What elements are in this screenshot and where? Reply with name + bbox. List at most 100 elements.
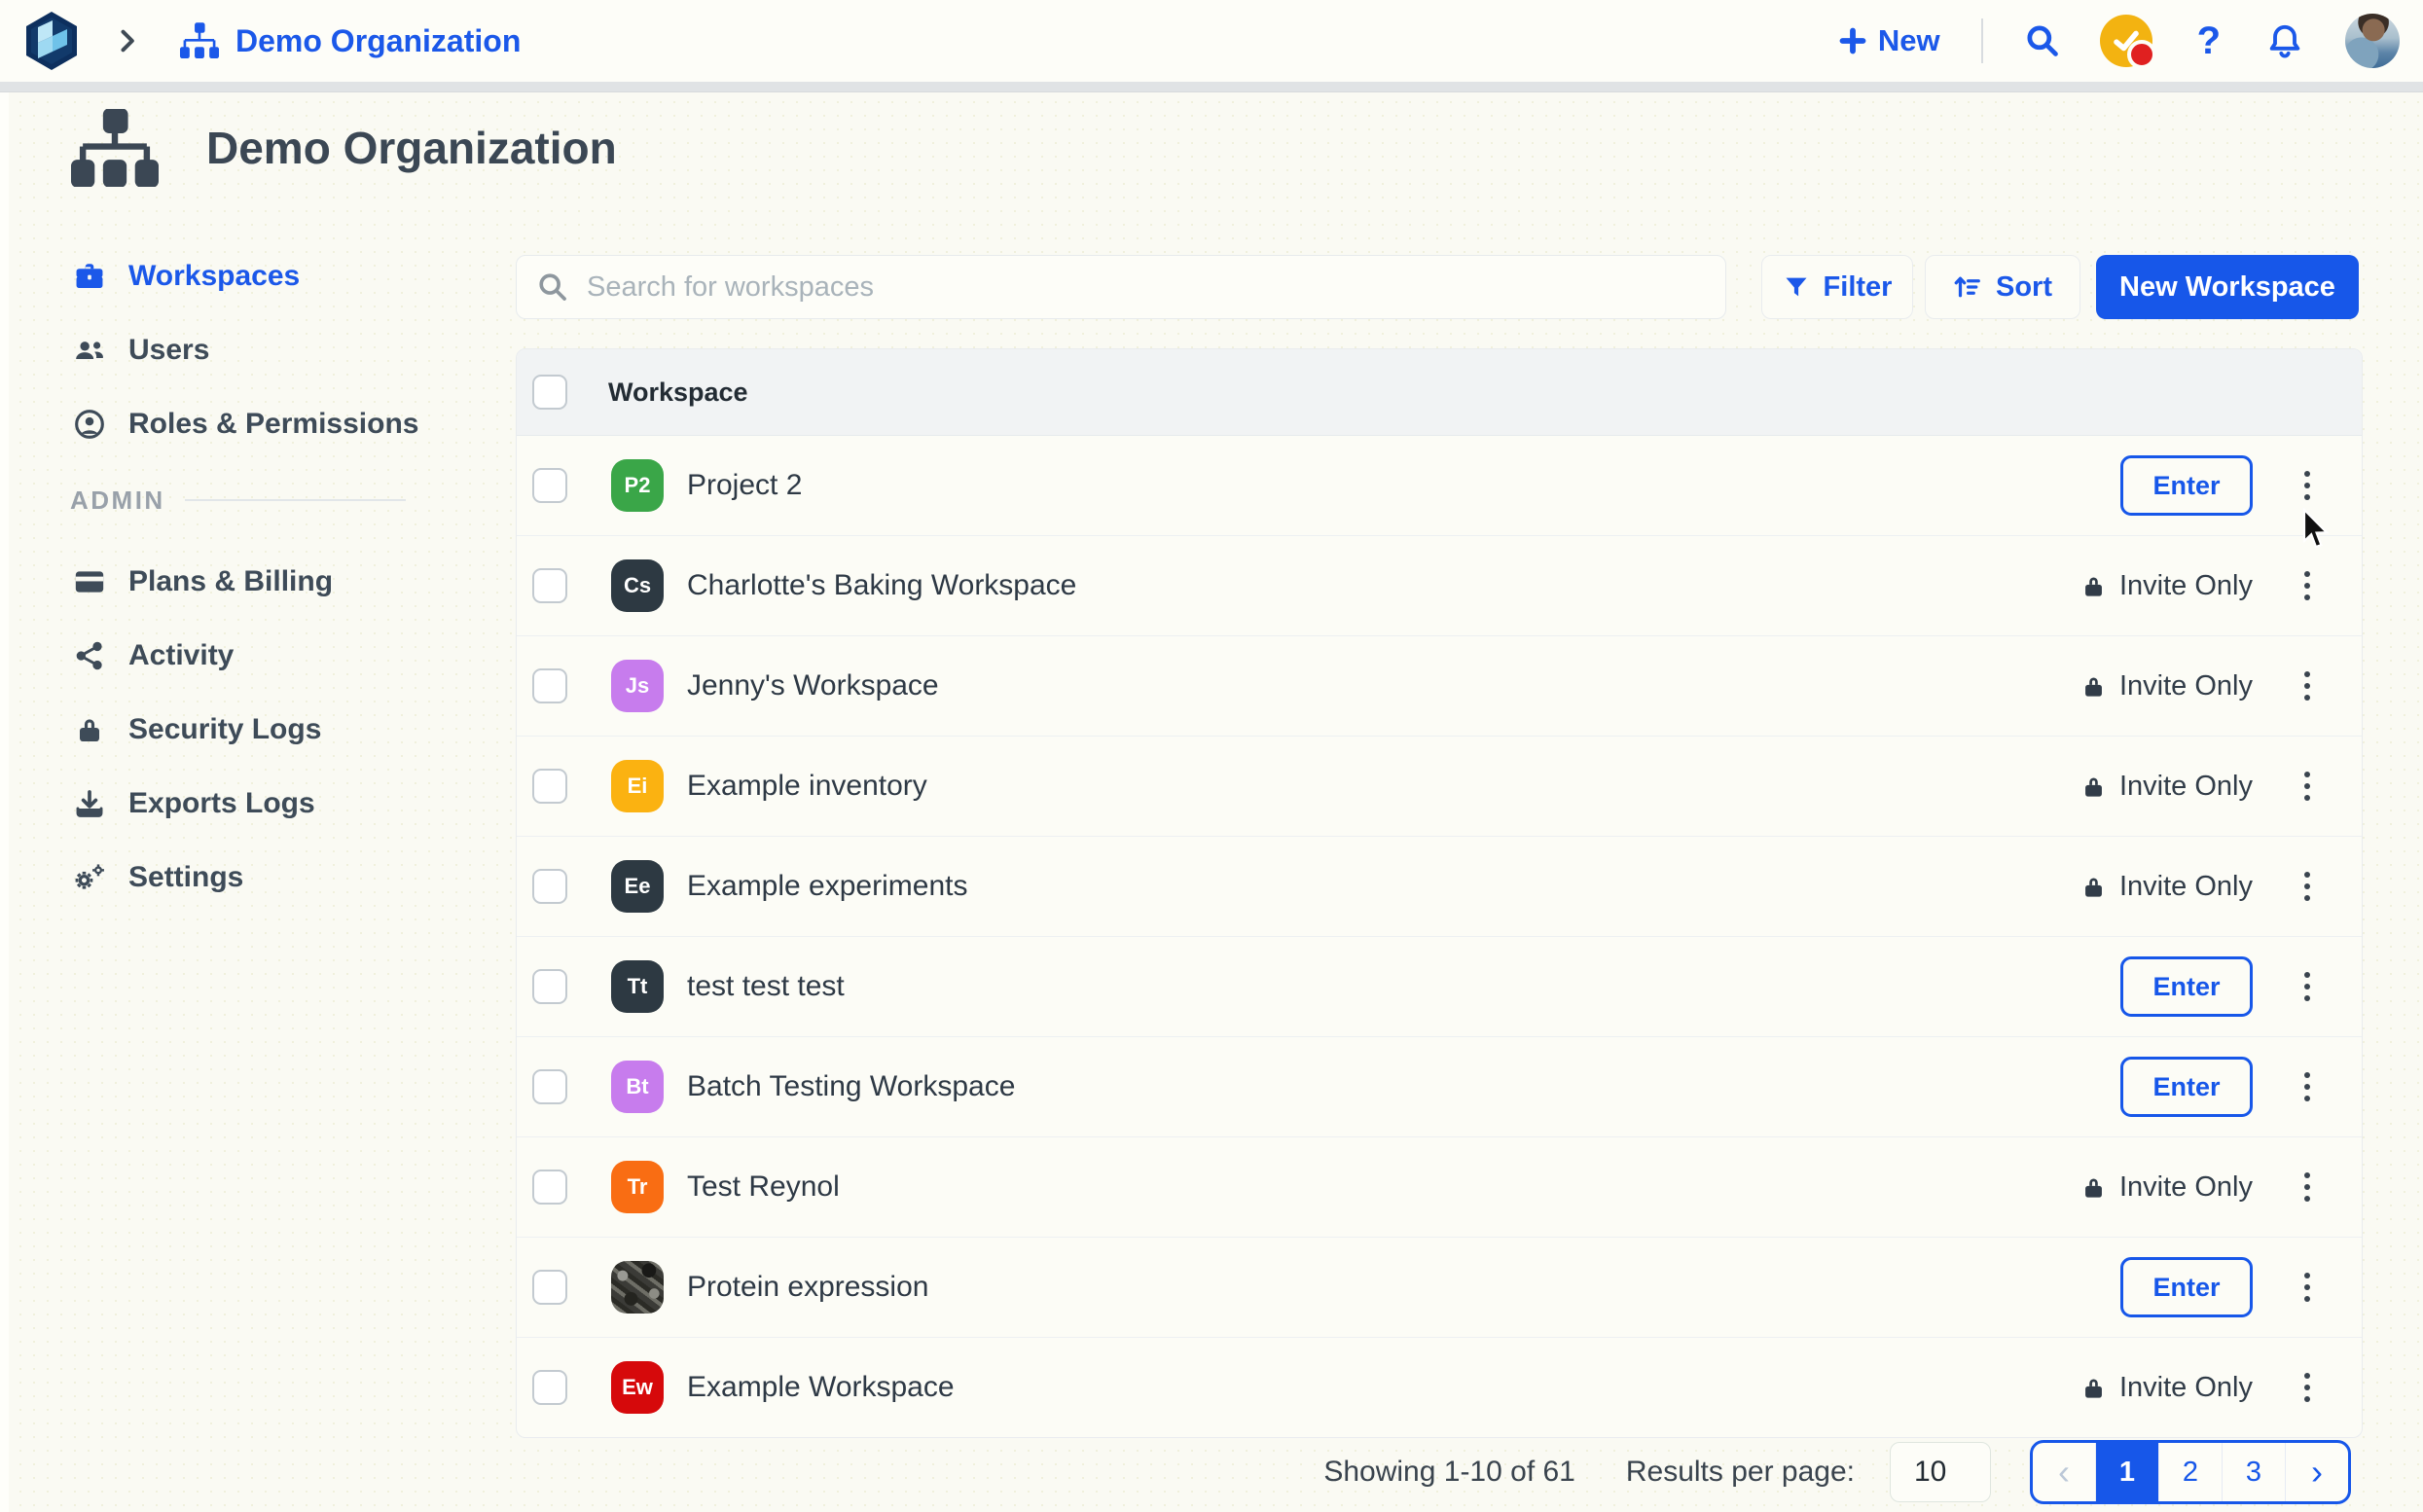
row-checkbox[interactable] [532,769,567,804]
workspace-avatar: Js [611,660,664,712]
workspace-name[interactable]: Jenny's Workspace [687,669,939,702]
table-row: EeExample experimentsInvite Only [517,837,2362,937]
breadcrumb-org-name[interactable]: Demo Organization [235,23,521,59]
row-checkbox[interactable] [532,1170,567,1205]
row-menu-button[interactable] [2253,1062,2362,1111]
row-checkbox[interactable] [532,468,567,503]
credit-card-icon [70,565,109,598]
row-actions: Invite Only [2080,1163,2362,1211]
navbar-actions: New ? [1839,14,2400,68]
page-title: Demo Organization [206,122,617,174]
workspace-avatar: Bt [611,1061,664,1113]
workspace-name[interactable]: Batch Testing Workspace [687,1070,1015,1103]
sidebar-admin-divider: ADMIN [70,463,406,537]
table-row: Js Jenny's Workspace Invite Only [517,636,2362,737]
sidebar-item-roles-permissions[interactable]: Roles & Permissions [70,387,406,461]
pagination-page-3[interactable]: 3 [2222,1443,2285,1501]
workspace-name[interactable]: Test Reynol [687,1170,840,1204]
row-menu-button[interactable] [2253,561,2362,610]
pagination-prev-button[interactable]: ‹ [2033,1443,2095,1501]
pagination-page-2[interactable]: 2 [2158,1443,2222,1501]
sidebar-item-label: Plans & Billing [128,565,333,598]
help-icon[interactable]: ? [2197,19,2221,63]
invite-only-label: Invite Only [2119,871,2253,903]
row-actions: Invite Only [2080,662,2362,710]
bell-icon[interactable] [2265,21,2304,60]
workspace-name[interactable]: Example inventory [687,770,927,803]
lock-icon [70,713,109,746]
table-header-row: Workspace [517,349,2362,436]
workspace-table: Workspace P2Project 2EnterCsCharlotte's … [516,348,2363,1438]
pagination-page-1[interactable]: 1 [2095,1443,2158,1501]
search-icon[interactable] [2024,22,2061,59]
breadcrumb-chevron-icon[interactable] [113,27,140,54]
workspace-name[interactable]: Example experiments [687,870,967,903]
enter-button[interactable]: Enter [2120,455,2253,516]
enter-button[interactable]: Enter [2120,956,2253,1017]
workspace-name[interactable]: test test test [687,970,845,1003]
row-menu-button[interactable] [2253,662,2362,710]
filter-button[interactable]: Filter [1761,255,1913,319]
enter-button[interactable]: Enter [2120,1057,2253,1117]
app-logo-icon[interactable] [23,11,80,71]
workspace-avatar: Cs [611,559,664,612]
workspace-name[interactable]: Project 2 [687,469,802,502]
workspace-name[interactable]: Example Workspace [687,1371,955,1404]
search-input[interactable] [585,270,1706,305]
invite-only-badge: Invite Only [2080,670,2253,702]
row-menu-button[interactable] [2253,1363,2362,1412]
invite-only-badge: Invite Only [2080,1171,2253,1204]
sidebar-item-users[interactable]: Users [70,313,406,387]
org-sitemap-large-icon [70,109,160,187]
row-checkbox[interactable] [532,969,567,1004]
workspace-search[interactable] [516,255,1726,319]
sidebar-item-activity[interactable]: Activity [70,619,406,693]
sidebar-item-workspaces[interactable]: Workspaces [70,239,406,313]
sidebar-admin-group: Plans & Billing ActivitySecurity Logs Expo… [70,545,406,915]
user-avatar[interactable] [2345,14,2400,68]
sidebar-item-label: Users [128,334,209,367]
row-checkbox[interactable] [532,568,567,603]
new-workspace-button[interactable]: New Workspace [2096,255,2359,319]
pagination-next-button[interactable]: › [2285,1443,2348,1501]
row-checkbox[interactable] [532,869,567,904]
sidebar-item-exports-logs[interactable]: Exports Logs [70,767,406,841]
new-button[interactable]: New [1839,23,1940,58]
row-checkbox[interactable] [532,668,567,703]
row-menu-button[interactable] [2253,1163,2362,1211]
share-icon [70,640,109,671]
table-footer: Showing 1-10 of 61 Results per page: ‹12… [516,1440,2351,1504]
select-all-checkbox[interactable] [532,375,567,410]
row-actions: Enter [2120,1257,2362,1317]
sidebar-item-settings[interactable]: Settings [70,841,406,915]
row-menu-button[interactable] [2253,762,2362,810]
row-menu-button[interactable] [2253,862,2362,911]
row-menu-button[interactable] [2253,461,2362,510]
row-actions: Invite Only [2080,762,2362,810]
sidebar-item-security-logs[interactable]: Security Logs [70,693,406,767]
sidebar-nav: Workspaces Users Roles & Permissions ADMIN… [70,239,406,915]
workspace-name[interactable]: Charlotte's Baking Workspace [687,569,1076,602]
invite-only-badge: Invite Only [2080,771,2253,803]
table-row: TrTest ReynolInvite Only [517,1137,2362,1238]
lock-icon [2080,672,2107,701]
sort-button[interactable]: Sort [1925,255,2080,319]
top-navbar: Demo Organization New ? [0,0,2423,82]
sidebar-item-label: Exports Logs [128,787,315,820]
search-input-icon [536,270,569,304]
workspace-name[interactable]: Protein expression [687,1271,928,1304]
users-icon [70,334,109,367]
row-menu-button[interactable] [2253,1263,2362,1312]
table-row: P2Project 2Enter [517,436,2362,536]
workspace-avatar: Ei [611,760,664,812]
row-checkbox[interactable] [532,1370,567,1405]
row-checkbox[interactable] [532,1270,567,1305]
row-actions: Invite Only [2080,862,2362,911]
results-per-page-input[interactable] [1890,1442,1991,1502]
invite-only-badge: Invite Only [2080,871,2253,903]
sidebar-item-plans-billing[interactable]: Plans & Billing [70,545,406,619]
tasks-status-icon[interactable] [2100,15,2152,67]
enter-button[interactable]: Enter [2120,1257,2253,1317]
row-checkbox[interactable] [532,1069,567,1104]
row-menu-button[interactable] [2253,962,2362,1011]
